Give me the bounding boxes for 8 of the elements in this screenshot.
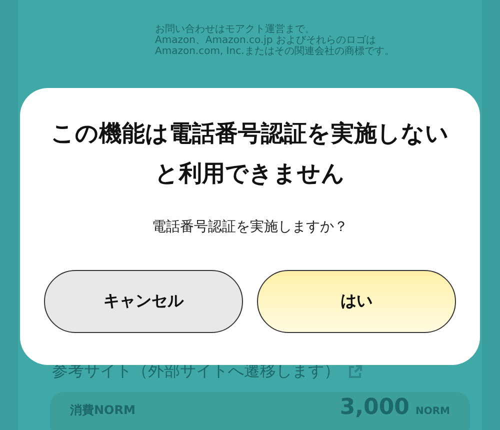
confirm-button[interactable]: はい [257, 270, 456, 333]
cancel-button[interactable]: キャンセル [44, 270, 243, 333]
contact-text: お問い合わせはモアクト運営まで。 [155, 24, 316, 35]
external-link-icon [348, 364, 362, 378]
dialog-message: 電話番号認証を実施しますか？ [152, 218, 348, 236]
dialog-title: この機能は電話番号認証を実施しないと利用できません [50, 120, 450, 189]
contact-text: Amazon、Amazon.co.jp およびそれらのロゴは [155, 35, 377, 46]
contact-text: Amazon.com, Inc.またはその関連会社の商標です。 [155, 46, 396, 57]
